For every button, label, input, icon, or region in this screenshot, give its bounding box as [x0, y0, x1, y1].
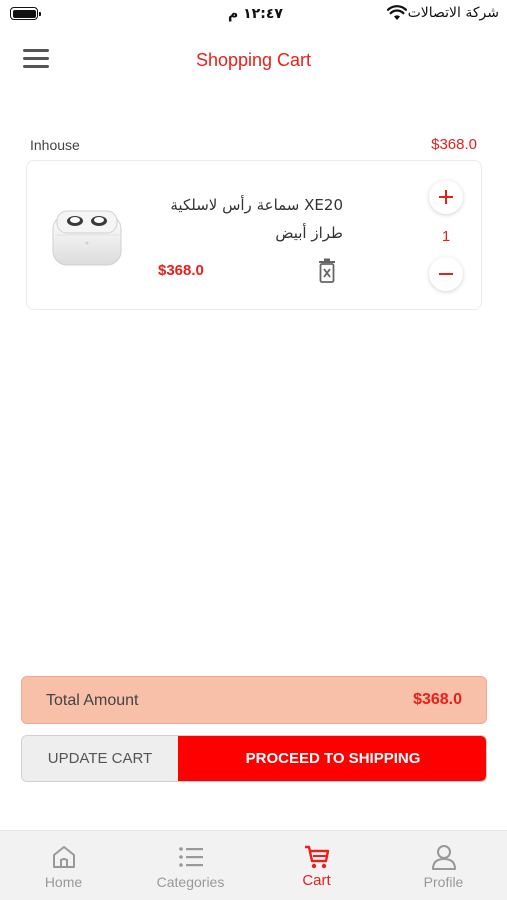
- product-name[interactable]: XE20 سماعة رأس لاسلكية طراز أبيض: [143, 191, 343, 247]
- status-time: ١٢:٤٧ م: [228, 6, 283, 22]
- seller-total: $368.0: [431, 136, 477, 153]
- cart-actions: UPDATE CART PROCEED TO SHIPPING: [21, 735, 487, 782]
- status-bar: ١٢:٤٧ م شركة الاتصالات: [0, 0, 507, 28]
- nav-item-home[interactable]: Home: [0, 831, 127, 900]
- carrier-name: شركة الاتصالات: [407, 5, 499, 21]
- total-label: Total Amount: [46, 692, 139, 709]
- nav-label-home: Home: [44, 874, 83, 890]
- nav-label-profile: Profile: [423, 874, 464, 890]
- trash-icon[interactable]: [317, 258, 337, 284]
- bottom-nav: Home Categories Cart Profile: [0, 830, 507, 900]
- user-icon: [431, 845, 456, 870]
- quantity-value: 1: [441, 228, 451, 245]
- total-amount-bar: Total Amount $368.0: [21, 676, 487, 724]
- seller-name: Inhouse: [30, 137, 80, 153]
- list-icon: [178, 847, 203, 867]
- update-cart-button[interactable]: UPDATE CART: [22, 736, 178, 781]
- cart-item-card: XE20 سماعة رأس لاسلكية طراز أبيض $368.0 …: [26, 160, 482, 310]
- nav-label-cart: Cart: [302, 872, 331, 889]
- quantity-decrease-button[interactable]: [429, 257, 463, 291]
- cart-icon: [304, 845, 329, 869]
- proceed-to-shipping-button[interactable]: PROCEED TO SHIPPING: [178, 736, 486, 781]
- nav-item-categories[interactable]: Categories: [127, 831, 254, 900]
- wifi-icon: [387, 5, 407, 20]
- product-image[interactable]: [49, 205, 125, 269]
- nav-item-profile[interactable]: Profile: [380, 831, 507, 900]
- page-title: Shopping Cart: [195, 50, 312, 70]
- battery-icon: [10, 7, 41, 20]
- home-icon: [52, 846, 75, 868]
- total-value: $368.0: [413, 691, 462, 708]
- nav-item-cart[interactable]: Cart: [253, 831, 380, 900]
- nav-label-categories: Categories: [156, 874, 225, 890]
- quantity-increase-button[interactable]: [429, 180, 463, 214]
- product-price: $368.0: [158, 262, 204, 279]
